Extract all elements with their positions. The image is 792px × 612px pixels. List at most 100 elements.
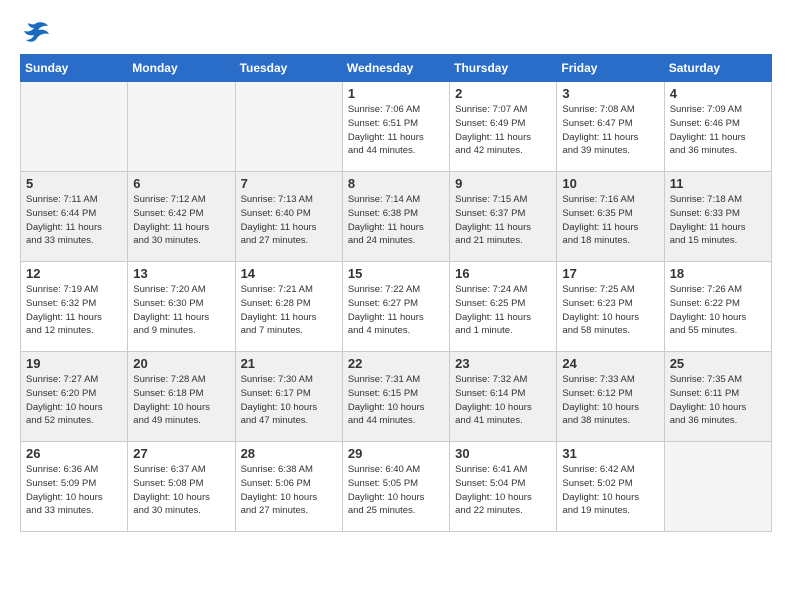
day-number: 19: [26, 356, 122, 371]
day-number: 2: [455, 86, 551, 101]
calendar-cell: 20 Sunrise: 7:28 AM Sunset: 6:18 PM Dayli…: [128, 352, 235, 442]
day-number: 7: [241, 176, 337, 191]
calendar-table: SundayMondayTuesdayWednesdayThursdayFrid…: [20, 54, 772, 532]
calendar-cell: 15 Sunrise: 7:22 AM Sunset: 6:27 PM Dayli…: [342, 262, 449, 352]
calendar-cell: 30 Sunrise: 6:41 AM Sunset: 5:04 PM Dayli…: [450, 442, 557, 532]
day-info: Sunrise: 7:21 AM Sunset: 6:28 PM Dayligh…: [241, 283, 337, 338]
day-number: 21: [241, 356, 337, 371]
day-number: 18: [670, 266, 766, 281]
day-info: Sunrise: 7:14 AM Sunset: 6:38 PM Dayligh…: [348, 193, 444, 248]
day-info: Sunrise: 7:24 AM Sunset: 6:25 PM Dayligh…: [455, 283, 551, 338]
day-number: 4: [670, 86, 766, 101]
day-info: Sunrise: 7:19 AM Sunset: 6:32 PM Dayligh…: [26, 283, 122, 338]
calendar-cell: 9 Sunrise: 7:15 AM Sunset: 6:37 PM Daylig…: [450, 172, 557, 262]
logo: [20, 20, 54, 44]
day-number: 25: [670, 356, 766, 371]
day-number: 26: [26, 446, 122, 461]
calendar-cell: 24 Sunrise: 7:33 AM Sunset: 6:12 PM Dayli…: [557, 352, 664, 442]
day-info: Sunrise: 7:31 AM Sunset: 6:15 PM Dayligh…: [348, 373, 444, 428]
calendar-cell: [235, 82, 342, 172]
day-number: 8: [348, 176, 444, 191]
day-info: Sunrise: 7:26 AM Sunset: 6:22 PM Dayligh…: [670, 283, 766, 338]
calendar-cell: 18 Sunrise: 7:26 AM Sunset: 6:22 PM Dayli…: [664, 262, 771, 352]
day-info: Sunrise: 7:08 AM Sunset: 6:47 PM Dayligh…: [562, 103, 658, 158]
day-number: 5: [26, 176, 122, 191]
day-number: 23: [455, 356, 551, 371]
weekday-header: Saturday: [664, 55, 771, 82]
calendar-header: SundayMondayTuesdayWednesdayThursdayFrid…: [21, 55, 772, 82]
day-info: Sunrise: 7:11 AM Sunset: 6:44 PM Dayligh…: [26, 193, 122, 248]
day-number: 15: [348, 266, 444, 281]
day-number: 6: [133, 176, 229, 191]
day-number: 9: [455, 176, 551, 191]
day-number: 11: [670, 176, 766, 191]
day-number: 29: [348, 446, 444, 461]
calendar-cell: 16 Sunrise: 7:24 AM Sunset: 6:25 PM Dayli…: [450, 262, 557, 352]
day-info: Sunrise: 6:42 AM Sunset: 5:02 PM Dayligh…: [562, 463, 658, 518]
day-info: Sunrise: 7:22 AM Sunset: 6:27 PM Dayligh…: [348, 283, 444, 338]
day-number: 20: [133, 356, 229, 371]
calendar-cell: 6 Sunrise: 7:12 AM Sunset: 6:42 PM Daylig…: [128, 172, 235, 262]
calendar-cell: 13 Sunrise: 7:20 AM Sunset: 6:30 PM Dayli…: [128, 262, 235, 352]
day-info: Sunrise: 7:12 AM Sunset: 6:42 PM Dayligh…: [133, 193, 229, 248]
day-number: 31: [562, 446, 658, 461]
day-info: Sunrise: 7:13 AM Sunset: 6:40 PM Dayligh…: [241, 193, 337, 248]
day-info: Sunrise: 6:41 AM Sunset: 5:04 PM Dayligh…: [455, 463, 551, 518]
weekday-header: Sunday: [21, 55, 128, 82]
day-number: 28: [241, 446, 337, 461]
day-info: Sunrise: 6:37 AM Sunset: 5:08 PM Dayligh…: [133, 463, 229, 518]
day-number: 12: [26, 266, 122, 281]
calendar-cell: [128, 82, 235, 172]
calendar-cell: 22 Sunrise: 7:31 AM Sunset: 6:15 PM Dayli…: [342, 352, 449, 442]
day-info: Sunrise: 7:15 AM Sunset: 6:37 PM Dayligh…: [455, 193, 551, 248]
day-number: 13: [133, 266, 229, 281]
calendar-cell: 31 Sunrise: 6:42 AM Sunset: 5:02 PM Dayli…: [557, 442, 664, 532]
day-info: Sunrise: 7:32 AM Sunset: 6:14 PM Dayligh…: [455, 373, 551, 428]
day-number: 17: [562, 266, 658, 281]
calendar-cell: 21 Sunrise: 7:30 AM Sunset: 6:17 PM Dayli…: [235, 352, 342, 442]
weekday-header: Wednesday: [342, 55, 449, 82]
weekday-header: Friday: [557, 55, 664, 82]
day-number: 24: [562, 356, 658, 371]
calendar-cell: 3 Sunrise: 7:08 AM Sunset: 6:47 PM Daylig…: [557, 82, 664, 172]
day-info: Sunrise: 7:28 AM Sunset: 6:18 PM Dayligh…: [133, 373, 229, 428]
page-header: [20, 20, 772, 44]
day-info: Sunrise: 7:18 AM Sunset: 6:33 PM Dayligh…: [670, 193, 766, 248]
calendar-cell: 27 Sunrise: 6:37 AM Sunset: 5:08 PM Dayli…: [128, 442, 235, 532]
day-number: 22: [348, 356, 444, 371]
day-number: 3: [562, 86, 658, 101]
day-number: 10: [562, 176, 658, 191]
calendar-cell: 7 Sunrise: 7:13 AM Sunset: 6:40 PM Daylig…: [235, 172, 342, 262]
day-number: 30: [455, 446, 551, 461]
calendar-cell: 26Sunrise: 6:36 AM Sunset: 5:09 PM Dayli…: [21, 442, 128, 532]
day-info: Sunrise: 7:06 AM Sunset: 6:51 PM Dayligh…: [348, 103, 444, 158]
weekday-header: Thursday: [450, 55, 557, 82]
logo-icon: [20, 20, 50, 44]
calendar-cell: 28 Sunrise: 6:38 AM Sunset: 5:06 PM Dayli…: [235, 442, 342, 532]
calendar-cell: 12 Sunrise: 7:19 AM Sunset: 6:32 PM Dayli…: [21, 262, 128, 352]
calendar-cell: 8 Sunrise: 7:14 AM Sunset: 6:38 PM Daylig…: [342, 172, 449, 262]
day-info: Sunrise: 7:27 AM Sunset: 6:20 PM Dayligh…: [26, 373, 122, 428]
calendar-cell: 5 Sunrise: 7:11 AM Sunset: 6:44 PM Daylig…: [21, 172, 128, 262]
day-info: Sunrise: 7:20 AM Sunset: 6:30 PM Dayligh…: [133, 283, 229, 338]
day-number: 16: [455, 266, 551, 281]
calendar-cell: 10Sunrise: 7:16 AM Sunset: 6:35 PM Dayli…: [557, 172, 664, 262]
day-info: Sunrise: 7:09 AM Sunset: 6:46 PM Dayligh…: [670, 103, 766, 158]
day-number: 27: [133, 446, 229, 461]
calendar-cell: 29 Sunrise: 6:40 AM Sunset: 5:05 PM Dayli…: [342, 442, 449, 532]
day-info: Sunrise: 6:40 AM Sunset: 5:05 PM Dayligh…: [348, 463, 444, 518]
calendar-cell: 19 Sunrise: 7:27 AM Sunset: 6:20 PM Dayli…: [21, 352, 128, 442]
calendar-cell: [664, 442, 771, 532]
weekday-header: Monday: [128, 55, 235, 82]
day-number: 14: [241, 266, 337, 281]
calendar-cell: 2 Sunrise: 7:07 AM Sunset: 6:49 PM Daylig…: [450, 82, 557, 172]
day-info: Sunrise: 7:07 AM Sunset: 6:49 PM Dayligh…: [455, 103, 551, 158]
calendar-cell: 4 Sunrise: 7:09 AM Sunset: 6:46 PM Daylig…: [664, 82, 771, 172]
calendar-cell: 14 Sunrise: 7:21 AM Sunset: 6:28 PM Dayli…: [235, 262, 342, 352]
calendar-cell: 11 Sunrise: 7:18 AM Sunset: 6:33 PM Dayli…: [664, 172, 771, 262]
calendar-cell: 17Sunrise: 7:25 AM Sunset: 6:23 PM Dayli…: [557, 262, 664, 352]
day-info: Sunrise: 7:35 AM Sunset: 6:11 PM Dayligh…: [670, 373, 766, 428]
day-info: Sunrise: 7:30 AM Sunset: 6:17 PM Dayligh…: [241, 373, 337, 428]
day-info: Sunrise: 7:33 AM Sunset: 6:12 PM Dayligh…: [562, 373, 658, 428]
day-info: Sunrise: 6:38 AM Sunset: 5:06 PM Dayligh…: [241, 463, 337, 518]
